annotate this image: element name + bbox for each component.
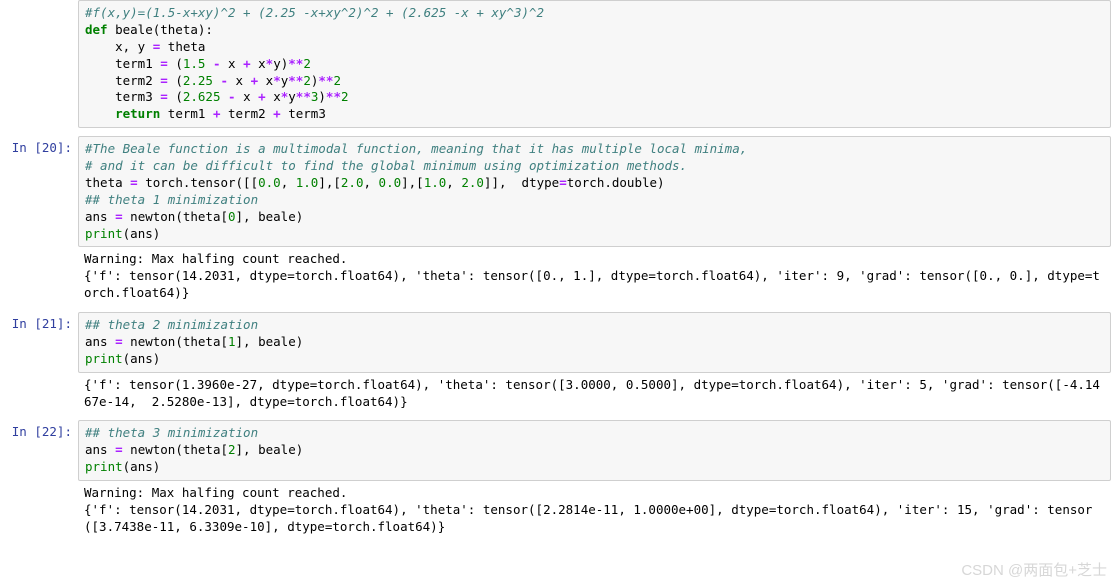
notebook-cell: #f(x,y)=(1.5-x+xy)^2 + (2.25 -x+xy^2)^2 … [6, 0, 1111, 128]
notebook-cell: In [21]: ## theta 2 minimization ans = n… [6, 312, 1111, 412]
code-input[interactable]: ## theta 3 minimization ans = newton(the… [78, 420, 1111, 481]
notebook-cell: In [20]: #The Beale function is a multim… [6, 136, 1111, 304]
cell-area: ## theta 2 minimization ans = newton(the… [78, 312, 1111, 412]
cell-prompt: In [20]: [6, 136, 78, 157]
cell-output: Warning: Max halfing count reached. {'f'… [78, 247, 1111, 304]
cell-output: Warning: Max halfing count reached. {'f'… [78, 481, 1111, 538]
code-content: #The Beale function is a multimodal func… [85, 141, 1104, 242]
code-content: #f(x,y)=(1.5-x+xy)^2 + (2.25 -x+xy^2)^2 … [85, 5, 1104, 123]
cell-output: {'f': tensor(1.3960e-27, dtype=torch.flo… [78, 373, 1111, 413]
cell-area: ## theta 3 minimization ans = newton(the… [78, 420, 1111, 537]
cell-prompt [6, 0, 78, 4]
code-input[interactable]: ## theta 2 minimization ans = newton(the… [78, 312, 1111, 373]
cell-prompt: In [21]: [6, 312, 78, 333]
notebook-cell: In [22]: ## theta 3 minimization ans = n… [6, 420, 1111, 537]
watermark: CSDN @两面包+芝士 [961, 561, 1107, 581]
cell-prompt: In [22]: [6, 420, 78, 441]
code-input[interactable]: #f(x,y)=(1.5-x+xy)^2 + (2.25 -x+xy^2)^2 … [78, 0, 1111, 128]
cell-area: #The Beale function is a multimodal func… [78, 136, 1111, 304]
cell-area: #f(x,y)=(1.5-x+xy)^2 + (2.25 -x+xy^2)^2 … [78, 0, 1111, 128]
code-content: ## theta 2 minimization ans = newton(the… [85, 317, 1104, 368]
notebook-wrapper: #f(x,y)=(1.5-x+xy)^2 + (2.25 -x+xy^2)^2 … [0, 0, 1117, 538]
code-content: ## theta 3 minimization ans = newton(the… [85, 425, 1104, 476]
code-input[interactable]: #The Beale function is a multimodal func… [78, 136, 1111, 247]
